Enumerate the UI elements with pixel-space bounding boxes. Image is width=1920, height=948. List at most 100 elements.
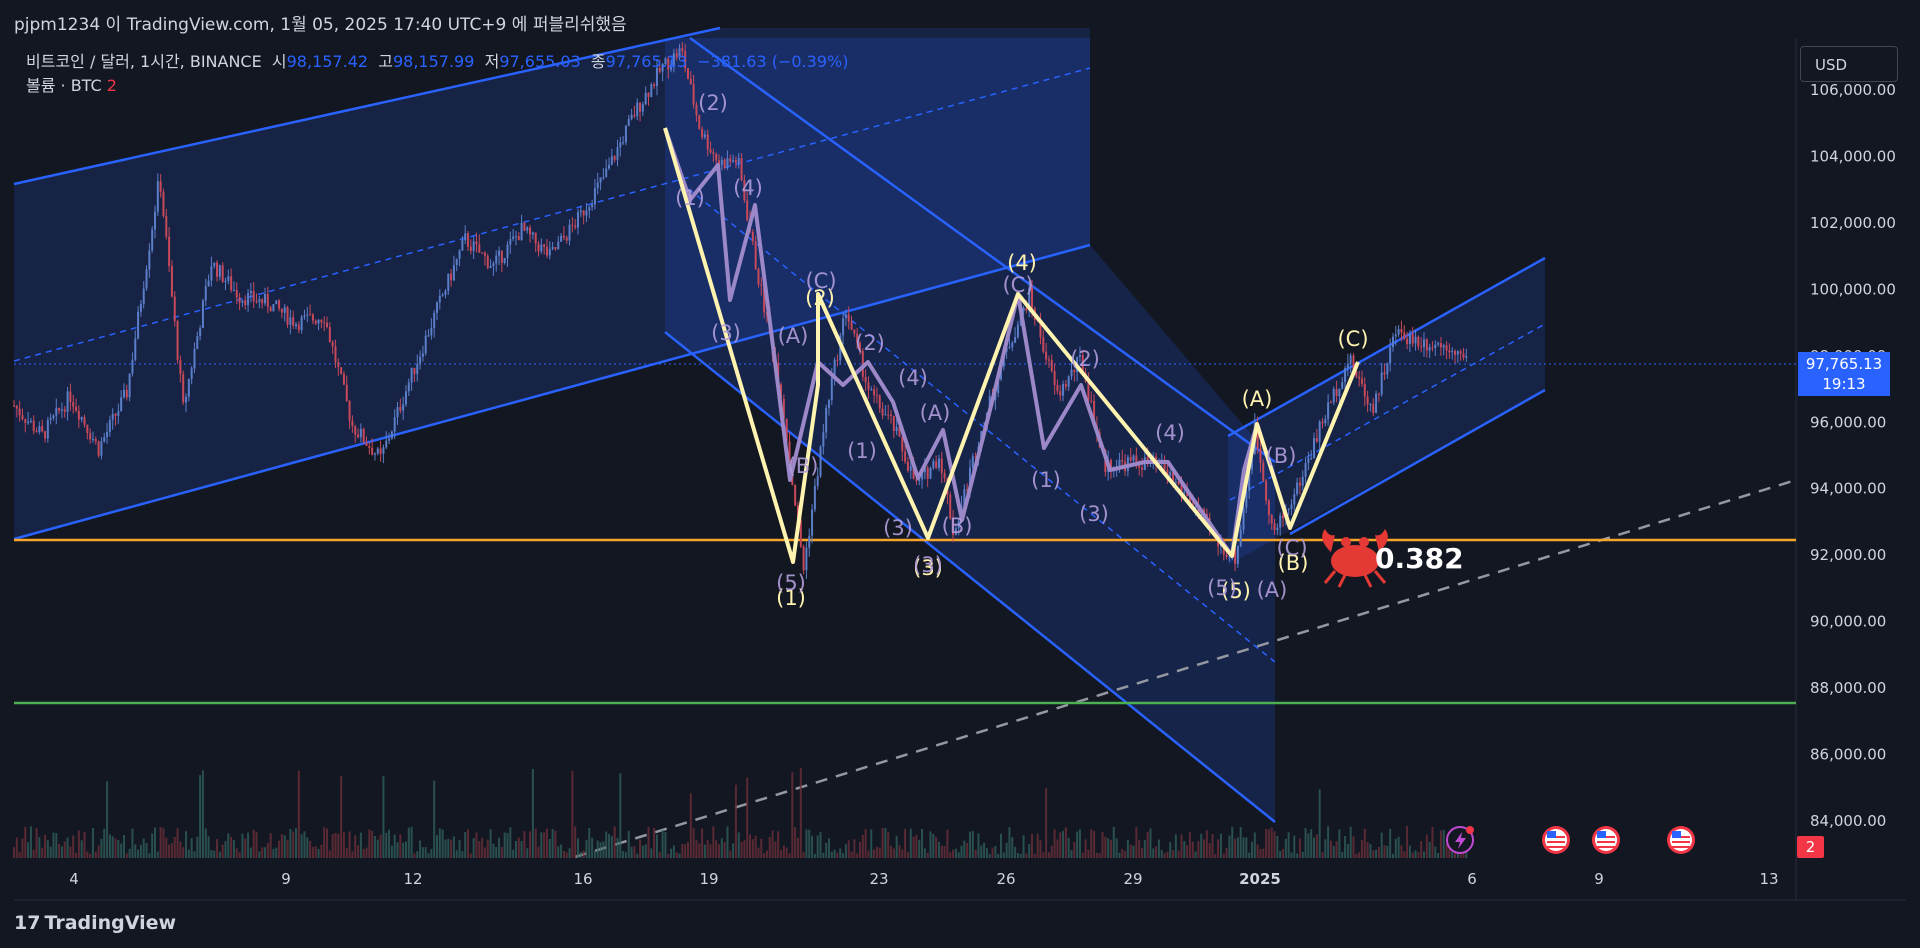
candle-body: [354, 426, 357, 435]
volume-bar: [503, 832, 506, 858]
candle-body: [168, 236, 171, 266]
volume-bar: [1019, 853, 1022, 858]
volume-bar: [754, 835, 757, 858]
volume-bar: [701, 828, 704, 858]
candle-body: [306, 314, 309, 316]
volume-bar: [241, 833, 244, 858]
volume-bar: [887, 832, 890, 858]
volume-bar: [165, 837, 168, 858]
tradingview-logo[interactable]: 17 TradingView: [14, 912, 176, 934]
price-tick-label: 86,000.00: [1810, 746, 1886, 764]
volume-bar: [661, 830, 664, 858]
candle-body: [207, 280, 210, 287]
volume-bar: [297, 770, 300, 858]
candle-body: [1428, 347, 1431, 351]
candle-body: [49, 417, 52, 421]
candle-body: [320, 319, 323, 323]
volume-bar: [170, 843, 173, 858]
volume-bar: [1039, 840, 1042, 858]
candle-body: [1335, 388, 1338, 397]
volume-bar: [128, 848, 131, 858]
lightning-icon[interactable]: [1446, 826, 1474, 854]
volume-bar: [1259, 849, 1262, 858]
candle-body: [303, 315, 306, 317]
volume-bar: [340, 776, 343, 858]
candle-body: [971, 456, 974, 468]
candle-body: [469, 246, 472, 251]
candle-body: [227, 276, 230, 281]
candle-body: [314, 320, 317, 324]
candle-body: [159, 181, 162, 192]
volume-bar: [323, 827, 326, 858]
candle-body: [72, 401, 75, 407]
candle-body: [376, 448, 379, 454]
us-flag-icon[interactable]: [1592, 826, 1620, 854]
candle-body: [241, 300, 244, 303]
candle-body: [585, 210, 588, 216]
candle-body: [199, 328, 202, 337]
candle-body: [1349, 355, 1352, 364]
volume-bar: [608, 833, 611, 858]
currency-button[interactable]: USD: [1800, 46, 1898, 82]
volume-bar: [430, 849, 433, 858]
candle-body: [89, 433, 92, 440]
candle-body: [709, 149, 712, 153]
chart-svg[interactable]: (1) (2) (3) (4) (5) (A) (B) (C) (2) (1) (4) (3) (A) (…: [0, 0, 1920, 948]
volume-value: 2: [106, 76, 117, 95]
volume-bar: [1315, 834, 1318, 858]
close-value: 97,765.13: [605, 52, 688, 71]
candle-body: [86, 424, 89, 434]
volume-bar: [509, 827, 512, 858]
candle-body: [932, 461, 935, 468]
volume-bar: [216, 839, 219, 858]
candle-body: [1313, 438, 1316, 458]
volume-bar: [472, 837, 475, 858]
legend-row-volume: 볼륨 · BTC 2: [26, 74, 848, 98]
volume-bar: [142, 838, 145, 858]
volume-bar: [952, 849, 955, 858]
volume-bar: [971, 830, 974, 858]
volume-bar: [1109, 839, 1112, 858]
events-count-badge[interactable]: 2: [1797, 836, 1824, 858]
volume-bar: [1059, 832, 1062, 858]
volume-bar: [839, 848, 842, 858]
volume-bar: [827, 838, 830, 858]
volume-bar: [1149, 828, 1152, 858]
candle-body: [486, 255, 489, 268]
volume-bar: [613, 826, 616, 858]
volume-bar: [836, 852, 839, 858]
volume-bar: [125, 853, 128, 858]
volume-bar: [709, 844, 712, 858]
wave-label-secondary: (2): [1070, 347, 1100, 371]
volume-bar: [1047, 852, 1050, 858]
volume-bar: [968, 831, 971, 858]
bar-countdown: 19:13: [1822, 375, 1866, 393]
high-label: 고: [378, 52, 393, 71]
volume-bar: [1222, 853, 1225, 858]
candle-body: [292, 317, 295, 326]
us-flag-icon[interactable]: [1542, 826, 1570, 854]
volume-bar: [58, 843, 61, 858]
candle-body: [1279, 515, 1282, 528]
volume-bar: [1248, 852, 1251, 858]
fib-ratio-label: 0.382: [1375, 542, 1464, 575]
candle-body: [373, 453, 376, 455]
volume-bar: [27, 842, 30, 858]
candle-body: [100, 441, 103, 456]
volume-bar: [935, 836, 938, 858]
volume-label[interactable]: 볼륨 · BTC: [26, 76, 102, 95]
volume-bar: [983, 842, 986, 858]
volume-bar: [650, 848, 653, 858]
candle-body: [836, 359, 839, 361]
volume-bar: [55, 833, 58, 858]
volume-bar: [777, 831, 780, 858]
candle-body: [630, 114, 633, 120]
volume-bar: [636, 853, 639, 858]
candle-body: [1064, 383, 1067, 387]
candle-body: [540, 244, 543, 252]
volume-bar: [957, 852, 960, 858]
candle-body: [506, 244, 509, 259]
volume-bar: [988, 853, 991, 858]
symbol-name[interactable]: 비트코인 / 달러, 1시간, BINANCE: [26, 52, 262, 71]
us-flag-icon[interactable]: [1667, 826, 1695, 854]
